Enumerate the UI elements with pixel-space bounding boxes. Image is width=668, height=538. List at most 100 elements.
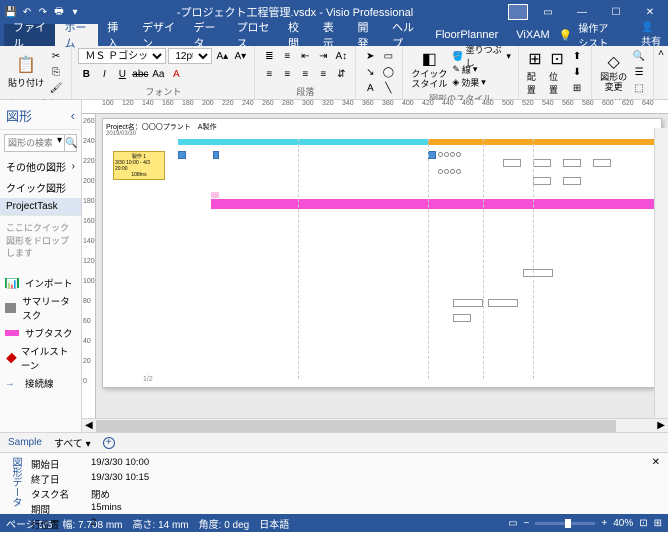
prop-value-row[interactable]: 2 (91, 517, 149, 531)
tab-vixam[interactable]: ViXAM (507, 24, 558, 46)
timeline-segment-orange[interactable] (428, 139, 658, 145)
bold-button[interactable]: B (78, 66, 94, 82)
cut-button[interactable]: ✂ (48, 48, 64, 64)
switch-windows-icon[interactable]: ⊞ (654, 518, 662, 529)
scroll-thumb[interactable] (96, 420, 616, 432)
task-detail-box[interactable] (533, 159, 551, 167)
pointer-tool-button[interactable]: ➤ (362, 48, 378, 64)
bring-front-button[interactable]: ⬆ (569, 49, 585, 65)
shrink-font-button[interactable]: A▾ (232, 48, 248, 64)
layers-button[interactable]: ☰ (631, 64, 647, 80)
save-icon[interactable]: 💾 (4, 5, 18, 19)
status-language[interactable]: 日本語 (259, 516, 289, 531)
grow-font-button[interactable]: A▴ (214, 48, 230, 64)
align-center-button[interactable]: ≡ (279, 66, 295, 82)
change-shape-button[interactable]: ◇図形の 変更 (598, 51, 629, 94)
tab-help[interactable]: ヘルプ (383, 24, 426, 46)
align-right-button[interactable]: ≡ (297, 66, 313, 82)
sheet-tab-sample[interactable]: Sample (8, 437, 42, 448)
task-detail-box[interactable] (593, 159, 611, 167)
shapes-search-input[interactable] (5, 135, 55, 151)
drawing-page[interactable]: Project名：〇〇〇プラント A製作 2019/03/30 製作 1 3/3… (102, 118, 662, 388)
subtask-bar-magenta[interactable] (211, 199, 658, 209)
tab-process[interactable]: プロセス (228, 24, 279, 46)
stencil-subtask[interactable]: サブタスク (0, 324, 81, 342)
task-bar[interactable] (211, 192, 219, 198)
paste-button[interactable]: 📋 貼り付け (6, 54, 46, 90)
scroll-right-icon[interactable]: ▶ (654, 420, 668, 431)
fill-button[interactable]: 🪣塗りつぶし ▾ (451, 50, 511, 63)
underline-button[interactable]: U (114, 66, 130, 82)
fit-page-icon[interactable]: ⊡ (639, 518, 647, 529)
copy-button[interactable]: ⎘ (48, 64, 64, 80)
task-detail-box[interactable] (563, 159, 581, 167)
tab-home[interactable]: ホーム (55, 24, 98, 46)
justify-button[interactable]: ≡ (315, 66, 331, 82)
task-box-yellow[interactable]: 製作 1 3/30 10:00 - 4/3 20:00 108hrs (113, 151, 165, 180)
numbering-button[interactable]: ≡ (279, 48, 295, 64)
ellipse-tool-button[interactable]: ◯ (380, 64, 396, 80)
stencil-import[interactable]: 📊インポート (0, 274, 81, 292)
group-button[interactable]: ⊞ (569, 81, 585, 97)
scroll-left-icon[interactable]: ◀ (82, 420, 96, 431)
search-dropdown-icon[interactable]: ▾ (55, 135, 64, 151)
task-detail-box[interactable] (523, 269, 553, 277)
position-button[interactable]: ⊡位置 (547, 48, 567, 97)
qat-more-icon[interactable]: ▾ (68, 5, 82, 19)
font-name-select[interactable]: ＭＳ Ｐゴシック (78, 48, 166, 64)
scrollbar-horizontal[interactable]: ◀ ▶ (82, 418, 668, 432)
case-button[interactable]: Aa (150, 66, 166, 82)
vertical-align-button[interactable]: ⇵ (333, 66, 349, 82)
zoom-slider[interactable] (535, 522, 595, 525)
format-painter-button[interactable]: 🖌 (48, 80, 64, 96)
tab-view[interactable]: 表示 (314, 24, 349, 46)
prop-value-duration[interactable]: 15mins (91, 502, 149, 516)
rectangle-tool-button[interactable]: ▭ (380, 48, 396, 64)
tab-file[interactable]: ファイル (4, 24, 55, 46)
effects-button[interactable]: ◈効果 ▾ (451, 76, 511, 89)
task-detail-box[interactable] (503, 159, 521, 167)
tab-design[interactable]: デザイン (133, 24, 184, 46)
zoom-level[interactable]: 40% (613, 518, 633, 529)
share-button[interactable]: 👤 共有 (641, 22, 664, 48)
task-detail-box[interactable] (453, 314, 471, 322)
sheet-all-dropdown[interactable]: すべて ▾ (54, 435, 91, 450)
connector-tool-button[interactable]: ↘ (362, 64, 378, 80)
tab-review[interactable]: 校閲 (279, 24, 314, 46)
tab-data[interactable]: データ (184, 24, 227, 46)
select-button[interactable]: ⬚ (631, 80, 647, 96)
task-detail-box[interactable] (563, 177, 581, 185)
user-account-icon[interactable] (508, 4, 528, 20)
prop-value-start[interactable]: 19/3/30 10:00 (91, 457, 149, 471)
add-page-button[interactable]: + (103, 437, 115, 449)
bullets-button[interactable]: ≣ (261, 48, 277, 64)
find-button[interactable]: 🔍 (631, 48, 647, 64)
align-button[interactable]: ⊞配置 (525, 48, 545, 97)
redo-icon[interactable]: ↷ (36, 5, 50, 19)
prop-value-task[interactable]: 閉め (91, 487, 149, 501)
line-button[interactable]: ✎線 ▾ (451, 63, 511, 76)
zoom-out-button[interactable]: − (524, 518, 530, 529)
font-size-select[interactable]: 12pt (168, 48, 212, 64)
indent-right-button[interactable]: ⇥ (315, 48, 331, 64)
align-left-button[interactable]: ≡ (261, 66, 277, 82)
scrollbar-vertical[interactable] (654, 128, 668, 418)
page-viewport[interactable]: Project名：〇〇〇プラント A製作 2019/03/30 製作 1 3/3… (96, 114, 668, 418)
zoom-in-button[interactable]: + (601, 518, 607, 529)
task-detail-box[interactable] (488, 299, 518, 307)
collapse-ribbon-icon[interactable]: ˄ (654, 46, 668, 99)
quick-styles-button[interactable]: ◧ クイック スタイル (409, 48, 449, 91)
category-project-task[interactable]: ProjectTask (0, 198, 81, 215)
text-direction-button[interactable]: A↕ (333, 48, 349, 64)
task-detail-box[interactable] (453, 299, 483, 307)
stencil-milestone[interactable]: マイルストーン (0, 342, 81, 374)
shapes-collapse-icon[interactable]: ‹ (71, 108, 75, 123)
category-other-shapes[interactable]: その他の図形› (0, 156, 81, 177)
font-color-button[interactable]: A (168, 66, 184, 82)
close-panel-icon[interactable]: ✕ (652, 457, 660, 468)
stencil-connector[interactable]: →接続線 (0, 374, 81, 392)
strike-button[interactable]: abc (132, 66, 148, 82)
print-icon[interactable]: 🖶 (52, 5, 66, 19)
timeline-segment-cyan[interactable] (178, 139, 428, 145)
task-bar[interactable] (178, 151, 186, 159)
